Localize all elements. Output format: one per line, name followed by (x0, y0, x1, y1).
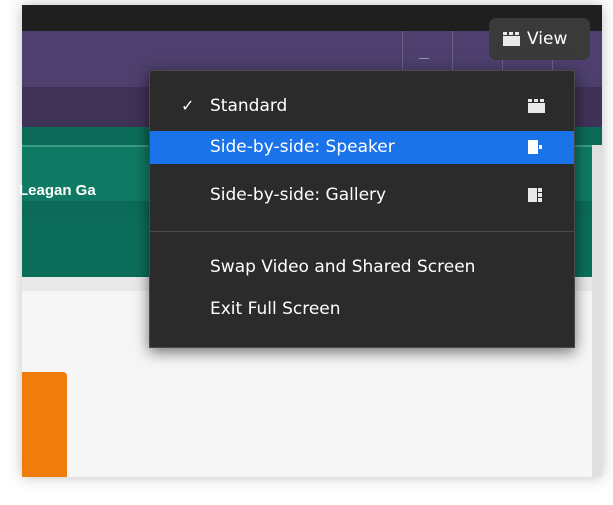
view-button-label: View (527, 29, 568, 49)
side-by-side-gallery-icon (528, 188, 542, 202)
menu-item-label: Swap Video and Shared Screen (210, 257, 476, 277)
menu-separator (150, 231, 574, 232)
side-by-side-speaker-icon (528, 140, 542, 154)
menu-item-standard[interactable]: ✓ Standard (150, 90, 574, 123)
menu-item-swap-video[interactable]: Swap Video and Shared Screen (150, 251, 574, 284)
menu-item-exit-full-screen[interactable]: Exit Full Screen (150, 293, 574, 326)
standard-view-icon (503, 32, 520, 46)
scrollbar-track[interactable] (592, 145, 602, 477)
checkmark-icon: ✓ (181, 96, 195, 115)
shared-content-orange-block (22, 372, 67, 477)
participant-name-label: Leagan Ga (19, 182, 96, 199)
menu-item-label: Side-by-side: Gallery (210, 185, 387, 205)
menu-item-label: Exit Full Screen (210, 299, 341, 319)
standard-view-icon (528, 99, 545, 113)
menu-item-label: Side-by-side: Speaker (210, 137, 395, 157)
menu-item-side-by-side-gallery[interactable]: Side-by-side: Gallery (150, 179, 574, 212)
view-button[interactable]: View (489, 18, 590, 60)
menu-item-label: Standard (210, 96, 288, 116)
view-menu: ✓ Standard Side-by-side: Speaker Side-by… (149, 70, 575, 348)
menu-item-side-by-side-speaker[interactable]: Side-by-side: Speaker (150, 131, 574, 164)
